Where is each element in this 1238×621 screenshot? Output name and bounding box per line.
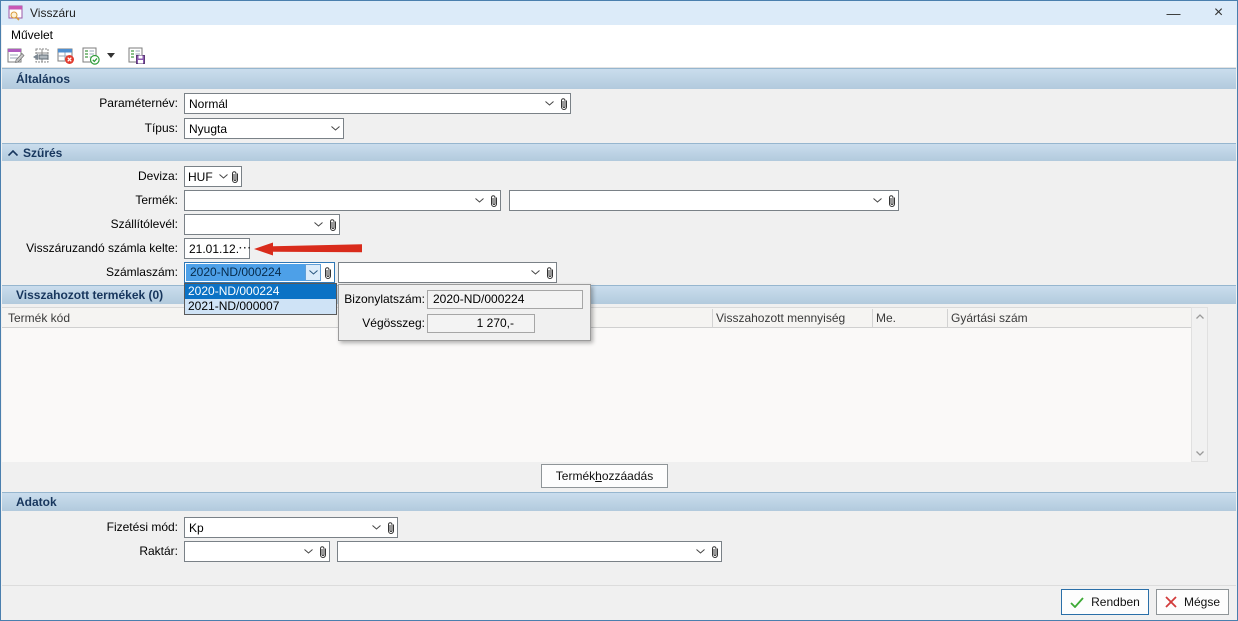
section-products-title: Visszahozott termékek (0) bbox=[16, 288, 164, 302]
save-list-icon[interactable] bbox=[127, 46, 147, 66]
paperclip-icon[interactable] bbox=[708, 545, 721, 559]
bizonylatszam-value: 2020-ND/000224 bbox=[427, 290, 583, 309]
collapse-icon[interactable] bbox=[8, 149, 18, 156]
toolbar-dropdown-icon[interactable] bbox=[106, 46, 116, 66]
column-header-gyartasi-szam[interactable]: Gyártási szám bbox=[951, 308, 1028, 329]
deviza-combo[interactable]: HUF bbox=[184, 166, 242, 187]
insert-row-icon[interactable] bbox=[31, 46, 51, 66]
warehouse-combo[interactable] bbox=[184, 541, 330, 562]
chevron-down-icon[interactable] bbox=[218, 174, 229, 179]
payment-method-combo[interactable]: Kp bbox=[184, 517, 398, 538]
paperclip-icon[interactable] bbox=[326, 218, 339, 232]
edit-parameters-icon[interactable] bbox=[6, 46, 26, 66]
ok-button[interactable]: Rendben bbox=[1061, 589, 1149, 615]
annotation-arrow bbox=[254, 241, 364, 260]
paperclip-icon[interactable] bbox=[384, 521, 397, 535]
check-icon bbox=[1070, 596, 1084, 608]
chevron-down-icon[interactable] bbox=[311, 222, 326, 227]
close-button[interactable]: × bbox=[1196, 1, 1237, 25]
cancel-button[interactable]: Mégse bbox=[1156, 589, 1229, 615]
delivery-note-combo[interactable] bbox=[184, 214, 340, 235]
column-header-termek-kod[interactable]: Termék kód bbox=[8, 308, 70, 329]
products-table-header: Termék kód Visszahozott mennyiség Me. Gy… bbox=[2, 307, 1191, 328]
deviza-value: HUF bbox=[188, 169, 213, 184]
scroll-up-icon[interactable] bbox=[1192, 308, 1207, 324]
payment-method-label: Fizetési mód: bbox=[106, 520, 178, 534]
x-icon bbox=[1165, 596, 1177, 608]
warehouse-name-combo[interactable] bbox=[337, 541, 722, 562]
paperclip-icon[interactable] bbox=[557, 97, 570, 111]
parameter-name-label: Paraméternév: bbox=[99, 96, 178, 110]
scroll-down-icon[interactable] bbox=[1192, 445, 1207, 461]
chevron-down-icon[interactable] bbox=[369, 525, 384, 530]
section-general: Általános bbox=[2, 68, 1236, 89]
minimize-button[interactable]: — bbox=[1151, 1, 1196, 25]
product-name-combo[interactable] bbox=[509, 190, 899, 211]
paperclip-icon[interactable] bbox=[487, 194, 500, 208]
type-combo[interactable]: Nyugta bbox=[184, 118, 344, 139]
delivery-note-label: Szállítólevél: bbox=[110, 217, 178, 231]
paperclip-icon[interactable] bbox=[543, 266, 556, 280]
paperclip-icon[interactable] bbox=[316, 545, 329, 559]
app-icon bbox=[8, 5, 24, 21]
invoice-date-field[interactable]: 21.01.12. ··· bbox=[184, 238, 252, 259]
add-product-button[interactable]: Termék h ozzáadás bbox=[541, 464, 668, 488]
parameter-name-value: Normál bbox=[189, 96, 228, 111]
chevron-down-icon[interactable] bbox=[305, 264, 321, 281]
product-combo[interactable] bbox=[184, 190, 501, 211]
table-scrollbar[interactable] bbox=[1191, 307, 1208, 462]
invoice-number-value: 2020-ND/000224 bbox=[186, 264, 305, 281]
invoice-number-combo[interactable]: 2020-ND/000224 bbox=[184, 262, 335, 283]
window-title: Visszáru bbox=[30, 6, 76, 20]
invoice-date-value: 21.01.12. bbox=[189, 241, 240, 256]
chevron-down-icon[interactable] bbox=[693, 549, 708, 554]
chevron-down-icon[interactable] bbox=[328, 126, 343, 131]
section-filter-title: Szűrés bbox=[23, 145, 63, 160]
chevron-down-icon[interactable] bbox=[542, 101, 557, 106]
visszaru-dialog: Visszáru — × Művelet Általános Paraméter… bbox=[0, 0, 1238, 621]
paperclip-icon[interactable] bbox=[321, 266, 334, 280]
vegosszeg-value: 1 270,- bbox=[427, 314, 535, 333]
menubar: Művelet bbox=[2, 25, 1236, 44]
invoice-date-label: Visszáruzandó számla kelte: bbox=[26, 241, 178, 255]
invoice-number-secondary-combo[interactable] bbox=[338, 262, 557, 283]
delete-row-icon[interactable] bbox=[56, 46, 76, 66]
paperclip-icon[interactable] bbox=[229, 170, 241, 184]
bizonylatszam-label: Bizonylatszám: bbox=[344, 292, 425, 306]
chevron-down-icon[interactable] bbox=[301, 549, 316, 554]
column-header-me[interactable]: Me. bbox=[876, 308, 896, 329]
chevron-down-icon[interactable] bbox=[870, 198, 885, 203]
dropdown-option[interactable]: 2021-ND/000007 bbox=[185, 299, 336, 314]
section-general-title: Általános bbox=[16, 72, 71, 86]
dropdown-option[interactable]: 2020-ND/000224 bbox=[185, 284, 336, 299]
deviza-label: Deviza: bbox=[137, 169, 178, 183]
type-label: Típus: bbox=[144, 121, 178, 135]
chevron-down-icon[interactable] bbox=[528, 270, 543, 275]
type-value: Nyugta bbox=[189, 121, 228, 136]
paperclip-icon[interactable] bbox=[885, 194, 898, 208]
invoice-number-dropdown-list: 2020-ND/000224 2021-ND/000007 bbox=[184, 283, 337, 315]
titlebar: Visszáru — × bbox=[1, 1, 1237, 25]
invoice-number-label: Számlaszám: bbox=[105, 265, 178, 279]
products-table-body bbox=[2, 328, 1191, 462]
menu-muvelet[interactable]: Művelet bbox=[2, 25, 62, 44]
section-adatok-title: Adatok bbox=[16, 495, 57, 509]
warehouse-label: Raktár: bbox=[139, 544, 178, 558]
vegosszeg-label: Végösszeg: bbox=[362, 316, 425, 330]
confirm-list-icon[interactable] bbox=[81, 46, 101, 66]
product-label: Termék: bbox=[135, 193, 178, 207]
date-picker-button[interactable]: ··· bbox=[239, 243, 252, 254]
section-adatok: Adatok bbox=[2, 492, 1236, 511]
section-filter[interactable]: Szűrés bbox=[2, 143, 1236, 161]
invoice-info-tooltip: Bizonylatszám: 2020-ND/000224 Végösszeg:… bbox=[338, 284, 591, 341]
payment-method-value: Kp bbox=[189, 520, 204, 535]
chevron-down-icon[interactable] bbox=[472, 198, 487, 203]
toolbar bbox=[2, 44, 1236, 68]
column-header-mennyiseg[interactable]: Visszahozott mennyiség bbox=[716, 308, 845, 329]
parameter-name-combo[interactable]: Normál bbox=[184, 93, 571, 114]
